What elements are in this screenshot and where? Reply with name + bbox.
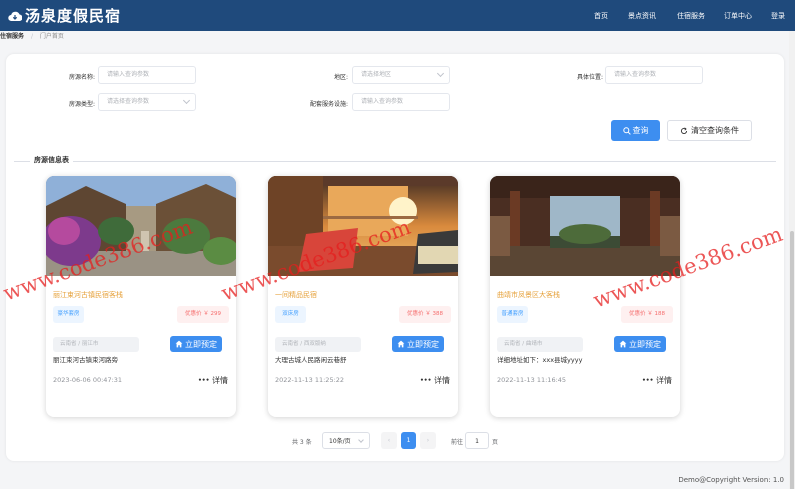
chevron-down-icon [436, 69, 445, 78]
page-suffix: 页 [492, 439, 499, 446]
more-icon: ••• [419, 377, 432, 384]
address-text: 丽江束河古镇束河路旁 [53, 356, 118, 364]
label-house-name: 房源名称: [68, 74, 95, 81]
book-button-label: 立即预定 [185, 339, 217, 349]
book-button[interactable]: 立即预定 [614, 336, 666, 352]
query-button-label: 查询 [632, 126, 649, 135]
book-button-label: 立即预定 [629, 339, 661, 349]
house-image-courtyard[interactable] [46, 176, 236, 276]
details-link[interactable]: ••• 详情 [198, 375, 228, 386]
details-label: 详情 [656, 376, 672, 385]
brand-title: 汤泉度假民宿 [25, 7, 122, 25]
refresh-icon [681, 126, 688, 134]
book-button[interactable]: 立即预定 [392, 336, 444, 352]
breadcrumb-item-home: 门户首页 [39, 33, 64, 40]
location-field: 云南省 / 西双版纳 [275, 337, 361, 352]
scrollbar[interactable] [789, 31, 795, 489]
breadcrumb-separator: / [30, 33, 33, 40]
page-size-select[interactable]: 10条/页 [322, 432, 370, 449]
region-select[interactable]: 请选择地区 [352, 66, 450, 84]
footer-copyright: Demo@Copyright Version: 1.0 [678, 476, 784, 484]
book-button[interactable]: 立即预定 [170, 336, 222, 352]
house-card[interactable]: 一间精品民宿 双床房 优惠价 ￥ 388 云南省 / 西双版纳 立即预定 大理古… [268, 176, 458, 417]
address-text: 大理古城人民路闲云巷舒 [275, 356, 347, 364]
page-size-value: 10条/页 [329, 438, 351, 445]
location-field: 云南省 / 丽江市 [53, 337, 139, 352]
scrollbar-thumb[interactable] [790, 231, 794, 489]
label-facilities: 配套服务设施: [309, 101, 348, 108]
card-title[interactable]: 曲靖市凤景区大客栈 [497, 290, 560, 300]
address-text: 详细地址如下：xxx县城yyyy [497, 356, 583, 364]
breadcrumb: 住宿服务 / 门户首页 [0, 31, 795, 42]
house-image-wooden[interactable] [490, 176, 680, 276]
timestamp: 2022-11-13 11:16:45 [497, 376, 567, 384]
next-page-button[interactable]: › [420, 432, 436, 449]
prev-page-button[interactable]: ‹ [381, 432, 397, 449]
price-badge: 优惠价 ￥ 388 [399, 306, 451, 323]
details-label: 详情 [434, 376, 450, 385]
home-icon [619, 340, 627, 348]
details-link[interactable]: ••• 详情 [642, 375, 672, 386]
facilities-input[interactable]: 请输入查询参数 [352, 93, 450, 111]
timestamp: 2023-06-06 00:47:31 [53, 376, 123, 384]
location-field: 云南省 / 曲靖市 [497, 337, 583, 352]
house-name-placeholder: 请输入查询参数 [107, 71, 150, 78]
room-type-tag: 双床房 [275, 306, 306, 323]
top-header: 汤泉度假民宿 首页 景点资讯 住宿服务 订单中心 登录 [0, 0, 795, 31]
nav-attractions[interactable]: 景点资讯 [628, 11, 656, 21]
clear-button-label: 清空查询条件 [691, 126, 739, 135]
label-region: 地区: [333, 74, 348, 81]
cloud-icon [8, 11, 22, 21]
home-icon [397, 340, 405, 348]
region-placeholder: 请选择地区 [361, 71, 392, 78]
house-card[interactable]: 丽江束河古镇民宿客栈 豪华套房 优惠价 ￥ 299 云南省 / 丽江市 立即预定… [46, 176, 236, 417]
breadcrumb-item-lodging[interactable]: 住宿服务 [0, 31, 24, 40]
timestamp: 2022-11-13 11:25:22 [275, 376, 345, 384]
chevron-right-icon: › [426, 437, 430, 444]
nav-orders[interactable]: 订单中心 [724, 11, 752, 21]
nav-login[interactable]: 登录 [771, 11, 785, 21]
chevron-left-icon: ‹ [387, 437, 391, 444]
section-title: 房源信息表 [30, 155, 73, 165]
nav-lodging[interactable]: 住宿服务 [677, 11, 705, 21]
page-number-current[interactable]: 1 [401, 432, 416, 449]
location-placeholder: 请输入查询参数 [614, 71, 657, 78]
nav-home[interactable]: 首页 [594, 11, 608, 21]
more-icon: ••• [197, 377, 210, 384]
location-input[interactable]: 请输入查询参数 [605, 66, 703, 84]
clear-button[interactable]: 清空查询条件 [667, 120, 752, 141]
book-button-label: 立即预定 [407, 339, 439, 349]
house-name-input[interactable]: 请输入查询参数 [98, 66, 196, 84]
search-icon [622, 126, 631, 135]
chevron-down-icon [358, 437, 364, 443]
price-badge: 优惠价 ￥ 299 [177, 306, 229, 323]
price-badge: 优惠价 ￥ 188 [621, 306, 673, 323]
label-house-type: 房源类型: [68, 101, 95, 108]
more-icon: ••• [641, 377, 654, 384]
house-type-select[interactable]: 请选择查询参数 [98, 93, 196, 111]
brand-logo[interactable]: 汤泉度假民宿 [8, 5, 121, 26]
room-type-tag: 豪华套房 [53, 306, 84, 323]
label-location: 具体位置: [576, 74, 603, 81]
query-button[interactable]: 查询 [611, 120, 660, 141]
details-label: 详情 [212, 376, 228, 385]
facilities-placeholder: 请输入查询参数 [361, 98, 404, 105]
house-card[interactable]: 曲靖市凤景区大客栈 普通套房 优惠价 ￥ 188 云南省 / 曲靖市 立即预定 … [490, 176, 680, 417]
pagination-total: 共 3 条 [292, 439, 312, 446]
card-title[interactable]: 丽江束河古镇民宿客栈 [53, 290, 123, 300]
details-link[interactable]: ••• 详情 [420, 375, 450, 386]
card-title[interactable]: 一间精品民宿 [275, 290, 317, 300]
room-type-tag: 普通套房 [497, 306, 528, 323]
section-divider [14, 161, 776, 162]
house-image-sunset[interactable] [268, 176, 458, 276]
goto-page-input[interactable]: 1 [465, 432, 489, 449]
goto-label: 前往 [451, 439, 464, 446]
home-icon [175, 340, 183, 348]
house-type-placeholder: 请选择查询参数 [107, 98, 150, 105]
chevron-down-icon [182, 96, 191, 105]
